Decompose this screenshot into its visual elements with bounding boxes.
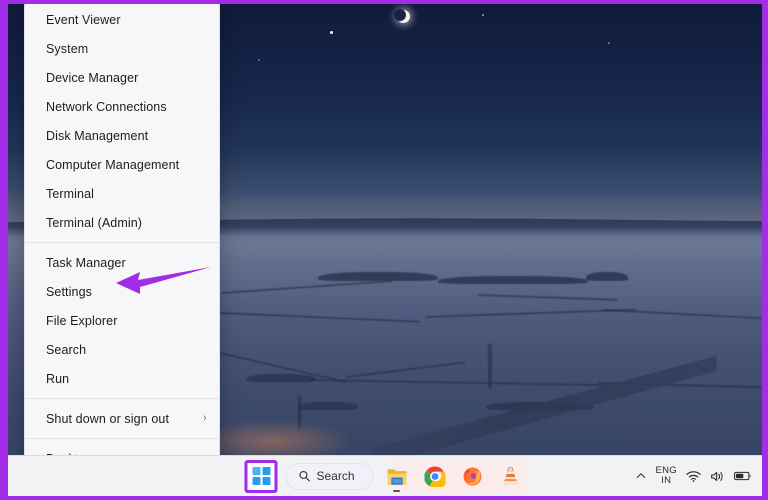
menu-item-terminal-admin[interactable]: Terminal (Admin)	[25, 208, 219, 237]
screen: Event Viewer System Device Manager Network …	[0, 0, 768, 500]
firefox-icon	[463, 467, 482, 486]
menu-item-event-viewer[interactable]: Event Viewer	[25, 5, 219, 34]
language-indicator[interactable]: ENG IN	[655, 464, 678, 487]
menu-separator	[25, 438, 219, 439]
menu-item-label: Disk Management	[46, 128, 149, 143]
chevron-up-icon[interactable]	[635, 470, 647, 482]
volume-icon[interactable]	[710, 470, 725, 483]
menu-item-label: Search	[46, 342, 87, 357]
battery-icon[interactable]	[734, 470, 752, 482]
menu-item-label: Network Connections	[46, 99, 167, 114]
taskbar[interactable]: Search ENG IN	[8, 455, 762, 496]
start-button[interactable]	[244, 459, 278, 493]
wifi-icon[interactable]	[686, 470, 701, 483]
tree-line	[586, 272, 628, 281]
menu-item-label: Task Manager	[46, 255, 126, 270]
menu-item-label: System	[46, 41, 89, 56]
menu-item-label: Settings	[46, 284, 92, 299]
tree-line	[298, 402, 358, 410]
crescent-moon-icon	[393, 8, 410, 23]
language-primary: ENG	[655, 464, 677, 476]
system-tray: ENG IN	[635, 464, 753, 487]
taskbar-item-file-explorer[interactable]	[382, 461, 412, 491]
menu-item-label: Run	[46, 371, 70, 386]
search-icon	[299, 470, 310, 482]
menu-separator	[25, 242, 219, 243]
language-secondary: IN	[661, 475, 672, 486]
menu-item-search[interactable]: Search	[25, 335, 219, 364]
menu-item-terminal[interactable]: Terminal	[25, 179, 219, 208]
taskbar-center-group: Search	[244, 459, 526, 493]
taskbar-item-vlc[interactable]	[496, 461, 526, 491]
menu-item-settings[interactable]: Settings	[25, 277, 219, 306]
file-explorer-icon	[387, 468, 406, 485]
menu-item-computer-management[interactable]: Computer Management	[25, 150, 219, 179]
chrome-icon	[424, 466, 445, 487]
star	[258, 59, 260, 61]
menu-item-shut-down-or-sign-out[interactable]: Shut down or sign out ›	[25, 404, 219, 433]
menu-item-label: Device Manager	[46, 70, 139, 85]
star	[608, 42, 610, 44]
menu-item-label: Event Viewer	[46, 12, 121, 27]
menu-item-label: Shut down or sign out	[46, 411, 170, 426]
menu-item-system[interactable]: System	[25, 34, 219, 63]
menu-item-label: Computer Management	[46, 157, 180, 172]
star	[330, 31, 333, 34]
menu-item-disk-management[interactable]: Disk Management	[25, 121, 219, 150]
menu-item-label: Terminal	[46, 186, 95, 201]
menu-item-task-manager[interactable]: Task Manager	[25, 248, 219, 277]
menu-item-device-manager[interactable]: Device Manager	[25, 63, 219, 92]
tree-line	[318, 272, 438, 281]
field-wall	[488, 344, 492, 388]
menu-item-label: File Explorer	[46, 313, 118, 328]
vlc-cone-icon	[503, 467, 518, 485]
star	[482, 14, 484, 16]
tree-line	[438, 276, 588, 284]
taskbar-item-firefox[interactable]	[458, 461, 488, 491]
menu-item-file-explorer[interactable]: File Explorer	[25, 306, 219, 335]
tree-line	[246, 374, 316, 382]
taskbar-item-chrome[interactable]	[420, 461, 450, 491]
menu-separator	[25, 398, 219, 399]
chevron-right-icon: ›	[203, 412, 207, 424]
menu-item-network-connections[interactable]: Network Connections	[25, 92, 219, 121]
windows-logo-icon	[252, 467, 270, 485]
win-x-context-menu[interactable]: Event Viewer System Device Manager Network …	[24, 4, 220, 481]
search-input[interactable]: Search	[285, 462, 374, 490]
menu-item-run[interactable]: Run	[25, 364, 219, 393]
menu-item-label: Terminal (Admin)	[46, 215, 143, 230]
search-label: Search	[316, 469, 355, 483]
